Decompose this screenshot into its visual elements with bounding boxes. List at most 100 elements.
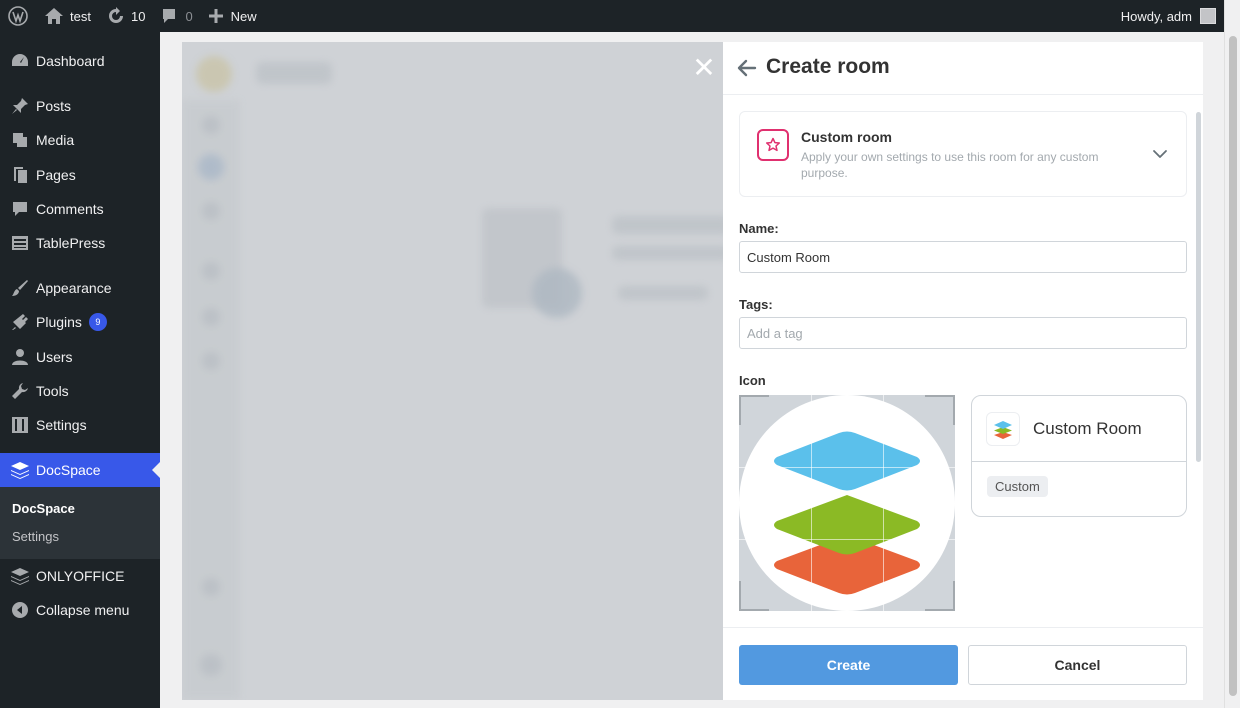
sidebar-item-onlyoffice[interactable]: ONLYOFFICE: [0, 559, 160, 593]
blurred-logo: [196, 56, 232, 92]
preview-room-name: Custom Room: [1033, 419, 1142, 438]
blurred-nav-icon: [200, 654, 222, 676]
tags-label: Tags:: [739, 297, 773, 312]
admin-sidebar: Dashboard Posts Media Pages Comments Tab…: [0, 32, 160, 708]
room-type-description: Apply your own settings to use this room…: [801, 150, 1099, 180]
crop-handle[interactable]: [925, 581, 955, 611]
plug-icon: [10, 312, 30, 332]
onlyoffice-logo-icon: [986, 412, 1020, 446]
divider: [972, 461, 1186, 462]
page-scrollbar[interactable]: [1224, 0, 1240, 708]
blurred-nav-icon: [202, 116, 220, 134]
cancel-button[interactable]: Cancel: [968, 645, 1187, 685]
sliders-icon: [10, 415, 30, 435]
sidebar-item-docspace[interactable]: DocSpace: [0, 453, 160, 487]
sidebar-item-label: ONLYOFFICE: [36, 568, 125, 584]
submenu-item-settings[interactable]: Settings: [12, 529, 59, 544]
site-name: test: [70, 8, 91, 24]
blurred-heading: [256, 62, 332, 84]
create-button[interactable]: Create: [739, 645, 958, 685]
blurred-nav: [182, 100, 240, 700]
blurred-text: [612, 246, 723, 260]
sidebar-item-appearance[interactable]: Appearance: [0, 271, 160, 305]
room-type-title: Custom room: [801, 129, 892, 145]
name-label: Name:: [739, 221, 779, 236]
star-icon: [757, 129, 789, 161]
sidebar-item-label: Media: [36, 132, 75, 148]
tags-input[interactable]: Add a tag: [739, 317, 1187, 349]
blurred-nav-icon: [202, 578, 220, 596]
sidebar-item-label: Tools: [36, 383, 69, 399]
create-room-panel: Create room Custom room Apply your own s…: [723, 42, 1203, 700]
blurred-text: [618, 286, 708, 300]
blurred-illustration: [532, 268, 582, 318]
wordpress-logo-icon[interactable]: [0, 0, 36, 32]
media-icon: [10, 130, 30, 150]
sidebar-item-label: Posts: [36, 98, 72, 114]
sidebar-item-tools[interactable]: Tools: [0, 374, 160, 408]
collapse-icon: [10, 600, 30, 620]
plus-icon: [208, 9, 223, 23]
blurred-nav-icon: [202, 308, 220, 326]
room-type-selector[interactable]: Custom room Apply your own settings to u…: [739, 111, 1187, 197]
new-label: New: [230, 8, 257, 24]
room-preview-card: Custom Room Custom: [971, 395, 1187, 517]
comment-icon: [163, 9, 176, 23]
blurred-nav-icon: [198, 154, 224, 180]
scrollbar-thumb[interactable]: [1229, 36, 1237, 696]
preview-tag: Custom: [987, 476, 1048, 497]
chevron-down-icon: [1153, 150, 1167, 158]
sidebar-item-users[interactable]: Users: [0, 340, 160, 374]
sidebar-item-label: DocSpace: [36, 462, 101, 478]
sidebar-item-comments[interactable]: Comments: [0, 192, 160, 226]
sidebar-item-label: Settings: [36, 417, 87, 433]
crop-handle[interactable]: [739, 395, 769, 425]
new-content-link[interactable]: New: [201, 0, 265, 32]
layers-icon: [10, 460, 30, 480]
icon-label: Icon: [739, 373, 766, 388]
sidebar-item-tablepress[interactable]: TablePress: [0, 226, 160, 260]
sidebar-item-label: Appearance: [36, 280, 112, 296]
sidebar-item-label: Pages: [36, 167, 76, 183]
sidebar-item-settings[interactable]: Settings: [0, 408, 160, 442]
sidebar-item-plugins[interactable]: Plugins 9: [0, 305, 160, 339]
submenu-item-docspace[interactable]: DocSpace: [12, 501, 75, 516]
icon-cropper[interactable]: [739, 395, 955, 611]
blurred-background-content: [182, 42, 723, 700]
dashboard-icon: [10, 51, 30, 71]
comments-count: 0: [185, 8, 193, 24]
sidebar-item-label: Comments: [36, 201, 104, 217]
panel-header: Create room: [723, 42, 1203, 95]
room-name-input[interactable]: Custom Room: [739, 241, 1187, 273]
sidebar-item-posts[interactable]: Posts: [0, 89, 160, 123]
sidebar-item-pages[interactable]: Pages: [0, 158, 160, 192]
admin-bar: test 10 0 New Howdy, adm: [0, 0, 1224, 32]
arrow-left-icon[interactable]: [737, 58, 757, 78]
docspace-submenu: DocSpace Settings: [0, 487, 160, 559]
site-name-link[interactable]: test: [36, 0, 99, 32]
avatar: [1200, 8, 1216, 24]
sidebar-item-media[interactable]: Media: [0, 123, 160, 157]
blurred-nav-icon: [202, 352, 220, 370]
greeting: Howdy, adm: [1120, 8, 1192, 24]
panel-scrollbar[interactable]: [1196, 112, 1201, 462]
close-icon[interactable]: ✕: [692, 54, 716, 82]
crop-grid-line: [739, 539, 955, 540]
updates-count: 10: [130, 8, 146, 24]
layers-icon: [10, 566, 30, 586]
sidebar-item-collapse[interactable]: Collapse menu: [0, 593, 160, 627]
comments-link[interactable]: 0: [153, 0, 200, 32]
account-menu[interactable]: Howdy, adm: [1113, 0, 1224, 32]
blurred-nav-icon: [202, 262, 220, 280]
crop-handle[interactable]: [739, 581, 769, 611]
sidebar-item-dashboard[interactable]: Dashboard: [0, 44, 160, 78]
pages-icon: [10, 165, 30, 185]
crop-grid-line: [883, 395, 884, 611]
home-icon: [45, 8, 63, 24]
updates-link[interactable]: 10: [99, 0, 153, 32]
blurred-text: [612, 216, 723, 234]
sidebar-item-label: Collapse menu: [36, 602, 130, 618]
onlyoffice-logo-icon: [739, 395, 955, 611]
crop-handle[interactable]: [925, 395, 955, 425]
plugins-update-badge: 9: [88, 313, 107, 331]
